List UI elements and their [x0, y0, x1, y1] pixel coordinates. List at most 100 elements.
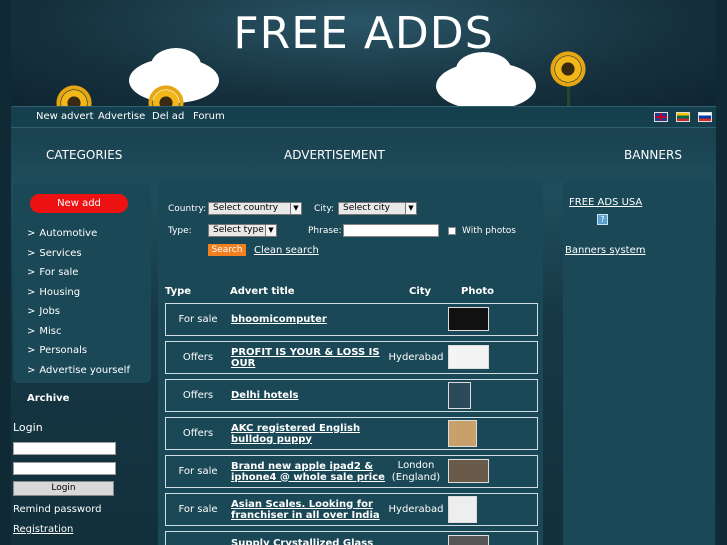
category-automotive[interactable]: > Automotive [27, 228, 97, 239]
table-row: Offers PROFIT IS YOUR & LOSS IS OUR Hyde… [165, 341, 538, 374]
category-services[interactable]: > Services [27, 248, 82, 259]
chevron-right-icon: > [27, 306, 36, 317]
advertisement-heading: ADVERTISEMENT [284, 148, 385, 162]
row-photo-thumbnail[interactable] [448, 345, 489, 369]
row-type: Offers [182, 352, 214, 363]
category-label: Services [39, 248, 82, 259]
table-row: Offers Delhi hotels [165, 379, 538, 412]
categories-heading: CATEGORIES [46, 148, 123, 162]
row-title-link[interactable]: Delhi hotels [231, 380, 391, 411]
city-select[interactable]: Select city ▼ [338, 202, 417, 215]
category-label: Personals [39, 345, 88, 356]
row-title-link[interactable]: Brand new apple ipad2 & iphone4 @ whole … [231, 456, 391, 487]
chevron-down-icon: ▼ [265, 225, 276, 236]
username-input[interactable] [13, 442, 116, 455]
row-title-link[interactable]: AKC registered English bulldog puppy [231, 418, 391, 449]
english-flag-icon[interactable] [654, 112, 668, 122]
category-housing[interactable]: > Housing [27, 287, 80, 298]
type-select-value: Select type [213, 225, 264, 235]
chevron-right-icon: > [27, 267, 36, 278]
category-label: Jobs [39, 306, 61, 317]
categories-panel: New add > Automotive > Services > For sale … [13, 183, 151, 383]
chevron-right-icon: > [27, 365, 36, 376]
category-personals[interactable]: > Personals [27, 345, 87, 356]
chevron-right-icon: > [27, 287, 36, 298]
archive-link[interactable]: Archive [27, 393, 69, 404]
row-city: Hyderabad [388, 351, 444, 363]
phrase-input[interactable] [343, 224, 439, 237]
column-header-photo: Photo [461, 286, 494, 297]
table-row: Supply Crystallized Glass [165, 531, 538, 545]
nav-new-advert[interactable]: New advert [36, 111, 94, 122]
page: FREE ADDS New advert Advertise Del ad Fo… [11, 0, 716, 545]
chevron-down-icon: ▼ [290, 203, 301, 214]
nav-del-ad[interactable]: Del ad [152, 111, 184, 122]
row-photo-thumbnail[interactable] [448, 459, 489, 483]
row-title-link[interactable]: PROFIT IS YOUR & LOSS IS OUR [231, 342, 391, 373]
row-type: Offers [182, 390, 214, 401]
category-for-sale[interactable]: > For sale [27, 267, 78, 278]
row-photo-thumbnail[interactable] [448, 307, 489, 331]
row-title-link[interactable]: bhoomicomputer [231, 304, 391, 335]
table-row: For sale Asian Scales. Looking for franc… [165, 493, 538, 526]
registration-link[interactable]: Registration [13, 524, 73, 535]
chevron-right-icon: > [27, 228, 36, 239]
country-label: Country: [168, 204, 207, 214]
sunflower-image [53, 82, 95, 108]
question-icon[interactable]: ? [597, 214, 608, 225]
row-title-link[interactable]: Supply Crystallized Glass [231, 532, 391, 545]
row-city [386, 418, 446, 449]
table-row: For sale bhoomicomputer [165, 303, 538, 336]
nav-advertise[interactable]: Advertise [98, 111, 145, 122]
row-photo-thumbnail[interactable] [448, 382, 471, 409]
table-row: For sale Brand new apple ipad2 & iphone4… [165, 455, 538, 488]
banners-panel: FREE ADS USA ? Banners system [563, 181, 715, 545]
advertisement-panel: Country: Select country ▼ City: Select ci… [158, 181, 543, 545]
row-photo-thumbnail[interactable] [448, 496, 477, 523]
login-button[interactable]: Login [13, 481, 114, 496]
table-row: Offers AKC registered English bulldog pu… [165, 417, 538, 450]
lithuanian-flag-icon[interactable] [676, 112, 690, 122]
sunflower-image [145, 82, 187, 108]
row-city [386, 304, 446, 335]
clean-search-link[interactable]: Clean search [254, 245, 319, 256]
banners-heading: BANNERS [624, 148, 682, 162]
login-heading: Login [13, 421, 43, 434]
row-title-link[interactable]: Asian Scales. Looking for franchiser in … [231, 494, 391, 525]
category-label: Advertise yourself [39, 365, 130, 376]
category-jobs[interactable]: > Jobs [27, 306, 60, 317]
password-input[interactable] [13, 462, 116, 475]
category-misc[interactable]: > Misc [27, 326, 62, 337]
category-label: Automotive [39, 228, 98, 239]
row-type: For sale [178, 314, 218, 325]
type-select[interactable]: Select type ▼ [208, 224, 277, 237]
row-photo-thumbnail[interactable] [448, 535, 489, 545]
city-label: City: [314, 204, 335, 214]
remind-password-link[interactable]: Remind password [13, 504, 102, 515]
header-banner: FREE ADDS [11, 0, 716, 108]
banners-system-link[interactable]: Banners system [565, 245, 645, 256]
category-label: Misc [39, 326, 62, 337]
phrase-label: Phrase: [308, 226, 342, 236]
country-select[interactable]: Select country ▼ [208, 202, 302, 215]
city-select-value: Select city [343, 203, 390, 213]
with-photos-label: With photos [462, 226, 516, 236]
category-label: Housing [39, 287, 81, 298]
column-header-city: City [409, 286, 432, 297]
top-nav-bar: New advert Advertise Del ad Forum [11, 106, 716, 128]
with-photos-checkbox[interactable] [448, 227, 456, 235]
column-header-type: Type [165, 286, 192, 297]
nav-forum[interactable]: Forum [193, 111, 225, 122]
row-city [386, 380, 446, 411]
site-title: FREE ADDS [233, 8, 494, 59]
russian-flag-icon[interactable] [698, 112, 712, 122]
free-ads-usa-link[interactable]: FREE ADS USA [569, 197, 642, 208]
chevron-right-icon: > [27, 326, 36, 337]
row-city: Hyderabad [388, 503, 444, 515]
type-label: Type: [168, 226, 192, 236]
row-photo-thumbnail[interactable] [448, 420, 477, 447]
search-button[interactable]: Search [208, 244, 246, 256]
category-advertise-yourself[interactable]: > Advertise yourself [27, 365, 130, 376]
new-add-button[interactable]: New add [30, 194, 128, 213]
row-city [386, 532, 446, 545]
